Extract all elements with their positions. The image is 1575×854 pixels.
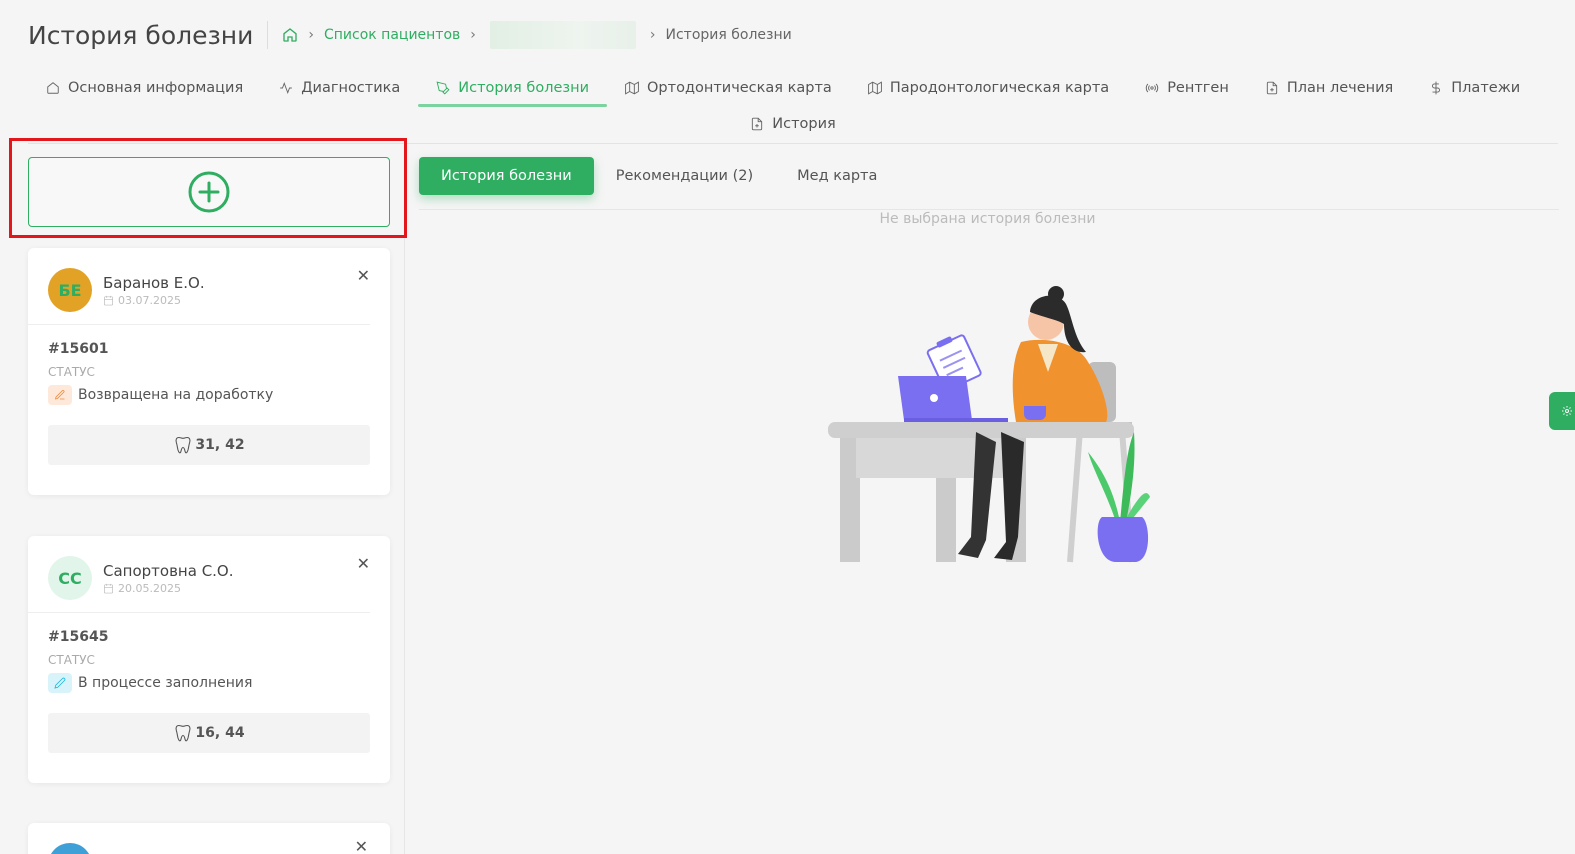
page-header: История болезни › Список пациентов › › И… — [28, 18, 792, 52]
avatar: БЕ — [48, 268, 92, 312]
subtab-med-card[interactable]: Мед карта — [775, 157, 899, 195]
map-icon — [867, 81, 882, 95]
close-icon[interactable]: ✕ — [355, 837, 368, 854]
tab-orthodontic-map[interactable]: Ортодонтическая карта — [607, 70, 850, 106]
status-text: Возвращена на доработку — [78, 387, 274, 403]
teeth-value: 31, 42 — [195, 437, 245, 453]
activity-icon — [280, 82, 293, 94]
history-list-panel: БЕ Баранов Е.О. 03.07.2025 ✕ #15601 СТАТ… — [0, 138, 407, 854]
avatar: СС — [48, 556, 92, 600]
edit-icon — [48, 385, 72, 405]
tab-label: Ортодонтическая карта — [647, 80, 832, 96]
subtabs-divider — [419, 209, 1559, 210]
patient-name: Сапортовна С.О. — [103, 561, 234, 580]
history-number: #15645 — [48, 629, 109, 645]
breadcrumb-patient-blurred[interactable] — [489, 21, 636, 49]
status-label: СТАТУС — [48, 653, 95, 667]
tab-label: Платежи — [1451, 80, 1521, 96]
radio-icon — [1146, 83, 1159, 93]
tab-medical-history[interactable]: История болезни — [418, 70, 607, 107]
chevron-right-icon: › — [308, 27, 314, 43]
dollar-icon — [1432, 81, 1441, 95]
patient-name: Баранов Е.О. — [103, 273, 205, 292]
status-label: СТАТУС — [48, 365, 95, 379]
tab-label: Пародонтологическая карта — [889, 80, 1110, 96]
page-title: История болезни — [28, 20, 254, 50]
history-card[interactable]: БЕ Баранов Е.О. 03.07.2025 ✕ #15601 СТАТ… — [28, 248, 390, 495]
breadcrumb-patients-link[interactable]: Список пациентов — [324, 27, 460, 43]
map-icon — [625, 81, 639, 95]
history-number: #15601 — [48, 341, 109, 357]
calendar-icon — [104, 583, 113, 593]
settings-side-tab[interactable] — [1549, 392, 1575, 430]
plus-circle-icon — [188, 171, 230, 213]
tab-label: Основная информация — [68, 80, 244, 96]
file-icon — [752, 117, 763, 131]
status-badge: Возвращена на доработку — [48, 385, 370, 405]
empty-state-text: Не выбрана история болезни — [879, 211, 1096, 227]
tab-label: Рентген — [1167, 80, 1229, 96]
tab-label: История — [772, 116, 836, 132]
close-icon[interactable]: ✕ — [357, 266, 370, 285]
tab-diagnostics[interactable]: Диагностика — [261, 70, 418, 106]
subtab-medical-history[interactable]: История болезни — [419, 157, 594, 195]
breadcrumb-current: История болезни — [665, 27, 792, 43]
status-badge: В процессе заполнения — [48, 673, 370, 693]
teeth-value: 16, 44 — [195, 725, 245, 741]
file-icon — [1266, 81, 1277, 95]
card-date: 03.07.2025 — [103, 294, 205, 307]
tab-label: Диагностика — [301, 80, 401, 96]
pencil-icon — [48, 673, 72, 693]
avatar — [48, 843, 92, 854]
tab-xray[interactable]: Рентген — [1127, 70, 1247, 106]
chevron-right-icon: › — [649, 27, 656, 43]
header-divider — [267, 21, 269, 49]
calendar-icon — [104, 295, 113, 305]
breadcrumb: › Список пациентов › › История болезни — [282, 21, 792, 49]
sub-tabs: История болезни Рекомендации (2) Мед кар… — [419, 157, 899, 195]
tab-payments[interactable]: Платежи — [1411, 70, 1538, 106]
subtab-recommendations[interactable]: Рекомендации (2) — [594, 157, 775, 195]
date-value: 20.05.2025 — [118, 581, 181, 595]
teeth-list: 31, 42 — [48, 425, 370, 465]
tooth-icon — [175, 724, 191, 742]
date-value: 03.07.2025 — [118, 293, 181, 307]
tab-label: План лечения — [1286, 80, 1394, 96]
chevron-right-icon: › — [470, 27, 476, 43]
home-icon — [47, 82, 59, 94]
tab-main-info[interactable]: Основная информация — [28, 70, 261, 106]
tab-treatment-plan[interactable]: План лечения — [1247, 70, 1411, 106]
history-card[interactable]: ✕ — [28, 823, 390, 854]
status-text: В процессе заполнения — [78, 675, 253, 691]
history-card[interactable]: СС Сапортовна С.О. 20.05.2025 ✕ #15645 С… — [28, 536, 390, 783]
close-icon[interactable]: ✕ — [357, 554, 370, 573]
pen-tool-icon — [436, 81, 450, 95]
tooth-icon — [175, 436, 191, 454]
card-date: 20.05.2025 — [103, 582, 234, 595]
tab-history[interactable]: История — [732, 106, 854, 142]
empty-state-illustration — [828, 286, 1150, 563]
home-icon[interactable] — [282, 27, 298, 43]
main-tabs: Основная информация Диагностика История … — [28, 70, 1558, 144]
gear-icon — [1562, 406, 1572, 416]
teeth-list: 16, 44 — [48, 713, 370, 753]
tab-label: История болезни — [458, 80, 590, 96]
tab-periodontal-map[interactable]: Пародонтологическая карта — [850, 70, 1127, 106]
